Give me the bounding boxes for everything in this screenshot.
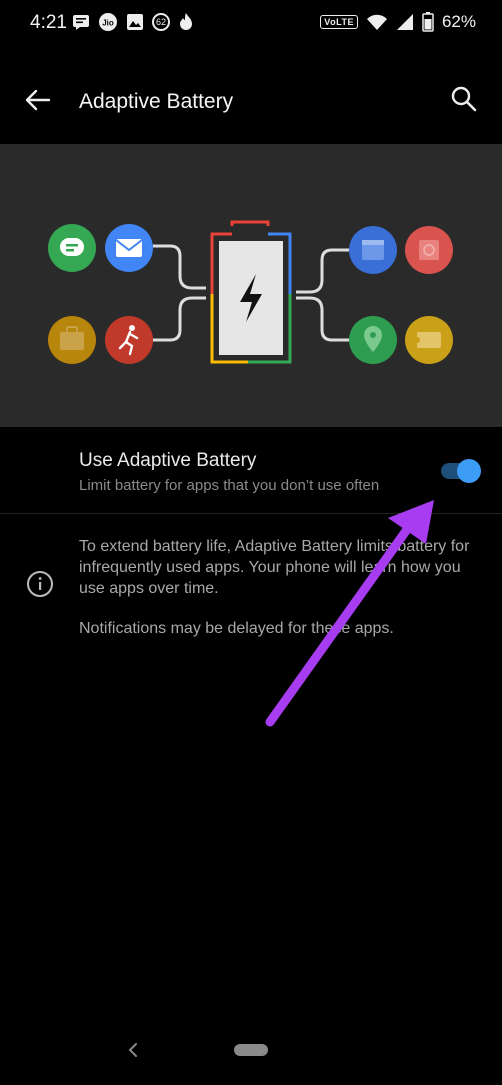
volte-label: VoLTE: [320, 15, 358, 29]
fingerprint-icon: [405, 226, 453, 274]
battery-percent: 62%: [441, 12, 476, 31]
arrow-left-icon: [25, 89, 51, 111]
jio-icon: Jio: [98, 11, 118, 33]
divider: [0, 513, 502, 514]
running-icon: [105, 316, 153, 364]
svg-text:Jio: Jio: [102, 19, 114, 28]
page-title: Adaptive Battery: [79, 90, 234, 113]
info-paragraph-2: Notifications may be delayed for these a…: [79, 620, 394, 637]
battery-bolt-icon: [210, 220, 292, 364]
search-button[interactable]: [444, 80, 484, 120]
ticket-icon: [405, 316, 453, 364]
notification-badge: 62: [152, 13, 170, 31]
message-icon: [72, 11, 90, 33]
info-icon: [26, 570, 54, 598]
battery-icon: [422, 11, 434, 33]
info-paragraph-1: To extend battery life, Adaptive Battery…: [79, 538, 470, 597]
screen: 4:21 Jio 62 VoLTE 62% Adaptive Battery U…: [0, 0, 502, 1085]
status-right: VoLTE 62%: [320, 11, 476, 33]
search-icon: [451, 86, 477, 112]
setting-summary: Limit battery for apps that you don’t us…: [79, 477, 380, 494]
status-time: 4:21: [30, 12, 67, 33]
info-text: To extend battery life, Adaptive Battery…: [79, 536, 489, 658]
notification-icons: Jio 62: [72, 11, 194, 33]
back-button[interactable]: [18, 80, 58, 120]
nav-back-icon: [128, 1043, 137, 1057]
maps-icon: [349, 316, 397, 364]
mail-icon: [105, 224, 153, 272]
wifi-icon: [366, 11, 388, 33]
use-adaptive-battery-setting[interactable]: Use Adaptive Battery Limit battery for a…: [0, 427, 502, 513]
chat-icon: [48, 224, 96, 272]
setting-title: Use Adaptive Battery: [79, 450, 257, 471]
calendar-icon: [349, 226, 397, 274]
app-bar: Adaptive Battery: [0, 46, 502, 144]
home-pill-icon[interactable]: [234, 1044, 268, 1056]
adaptive-battery-toggle[interactable]: [439, 458, 483, 484]
nav-back-button[interactable]: [124, 1040, 142, 1060]
signal-icon: [396, 11, 414, 33]
image-icon: [126, 11, 144, 33]
status-bar: 4:21 Jio 62 VoLTE 62%: [0, 0, 502, 46]
fire-icon: [178, 11, 194, 33]
briefcase-icon: [48, 316, 96, 364]
toggle-thumb: [457, 459, 481, 483]
adaptive-battery-illustration: [0, 144, 502, 427]
